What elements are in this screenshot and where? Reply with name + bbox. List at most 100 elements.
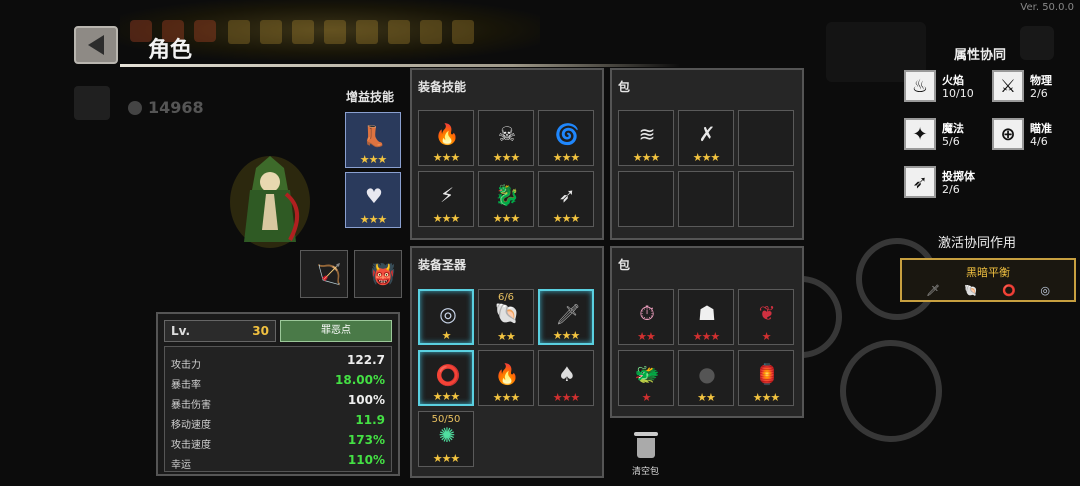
stats-list: 攻击力 122.7 暴击率 18.00% 暴击伤害 100% 移动速度 11.9 攻击速度 173… <box>164 346 392 472</box>
boost-skills-label: 增益技能 <box>346 90 395 104</box>
synergy-item[interactable]: ⊕ 瞄准 4/6 <box>992 118 1080 152</box>
equip-skill-slot[interactable]: 🔥 ★★★ <box>418 110 474 166</box>
star-rating: ★★★ <box>359 213 388 226</box>
gold-counter: 14968 <box>128 98 204 117</box>
dark-orb-icon: ● <box>698 362 716 386</box>
sin-points-button[interactable]: 罪恶点 <box>280 320 392 342</box>
boot-icon: 👢 <box>361 124 387 148</box>
gold-amount: 14968 <box>148 98 204 117</box>
trash-icon[interactable] <box>634 432 658 460</box>
skill-bag-slot[interactable] <box>738 110 794 166</box>
equip-skill-slot[interactable]: 🐉 ★★★ <box>478 171 534 227</box>
coin-icon <box>128 100 142 115</box>
equip-skill-slot[interactable]: ☠ ★★★ <box>478 110 534 166</box>
stat-row: 移动速度 11.9 <box>171 413 385 431</box>
pink-shell-icon: 🐚 <box>964 284 978 297</box>
star-rating: ★ <box>761 330 772 343</box>
stat-row: 攻击力 122.7 <box>171 353 385 371</box>
equip-relic-slot[interactable]: 🐚 6/6 ★★ <box>478 289 534 345</box>
synergy-item[interactable]: ➶ 投掷体 2/6 <box>904 166 994 200</box>
relic-bag-slot[interactable]: ☗ ★★★ <box>678 289 734 345</box>
stat-name: 攻击力 <box>171 360 201 371</box>
star-rating: ★★★ <box>692 330 721 343</box>
stats-panel: Lv. 30 罪恶点 攻击力 122.7 暴击率 18.00% 暴击伤害 100% 移动速度… <box>156 312 400 476</box>
synergy-name: 魔法 <box>942 122 964 135</box>
equip-skills-title: 装备技能 <box>418 80 467 94</box>
skill-bag-slot[interactable]: ≋ ★★★ <box>618 110 674 166</box>
star-rating: ★★★ <box>492 391 521 404</box>
shadow-icon: ♠ <box>558 362 576 386</box>
equip-skill-slot[interactable]: 🌀 ★★★ <box>538 110 594 166</box>
equip-relic-slot[interactable]: ♠ ★★★ <box>538 350 594 406</box>
crosshair-icon: ⊕ <box>992 118 1024 150</box>
star-rating: ★★★ <box>752 391 781 404</box>
red-ring-icon: ⭕ <box>1002 284 1017 297</box>
lightning-burst-icon: ⚡ <box>439 183 455 207</box>
red-spirit-icon: ❦ <box>758 301 776 325</box>
lantern-icon: 🏮 <box>754 362 780 386</box>
clear-bag-label[interactable]: 清空包 <box>632 464 659 477</box>
wind-slash-icon: ≋ <box>638 122 656 146</box>
synergy-count: 10/10 <box>942 87 974 100</box>
stat-row: 暴击伤害 100% <box>171 393 385 411</box>
star-rating: ★★★ <box>359 153 388 166</box>
fire-icon: ♨ <box>904 70 936 102</box>
equip-relic-slot[interactable]: 🗡 ★★★ <box>538 289 594 345</box>
star-rating: ★★★ <box>492 212 521 225</box>
equip-relic-slot[interactable]: ◎ ★ <box>418 289 474 345</box>
skill-bag-slot[interactable] <box>738 171 794 227</box>
stat-value: 173% <box>347 433 385 447</box>
stat-name: 幸运 <box>171 460 191 471</box>
relic-bag-slot[interactable]: 🏮 ★★★ <box>738 350 794 406</box>
stat-name: 暴击率 <box>171 380 201 391</box>
equip-relic-slot[interactable]: ⭕ ★★★ <box>418 350 474 406</box>
synergy-item[interactable]: ✦ 魔法 5/6 <box>904 118 994 152</box>
level-bar: Lv. 30 <box>164 320 276 342</box>
relic-bag-slot[interactable]: ❦ ★ <box>738 289 794 345</box>
blue-demon-icon: 👹 <box>370 262 396 286</box>
star-rating: ★★ <box>637 330 656 343</box>
back-button[interactable] <box>74 26 118 64</box>
skill-bag-slot[interactable] <box>678 171 734 227</box>
fire-blade-icon: 🔥 <box>494 362 520 386</box>
back-arrow-icon <box>88 35 104 55</box>
equipped-gear-slot[interactable]: 🏹 <box>300 250 348 298</box>
version-label: Ver. 50.0.0 <box>1020 2 1074 13</box>
crossed-blades-icon: ✗ <box>698 122 716 146</box>
synergy-item[interactable]: ♨ 火焰 10/10 <box>904 70 994 104</box>
relic-bag-slot[interactable]: ● ★★ <box>678 350 734 406</box>
activated-synergy-box[interactable]: 黑暗平衡 🗡 🐚 ⭕ ◎ <box>900 258 1076 302</box>
activated-synergy-title: 激活协同作用 <box>938 236 1017 251</box>
synergy-item[interactable]: ⚔ 物理 2/6 <box>992 70 1080 104</box>
equip-relic-slot[interactable]: ✺ 50/50 ★★★ <box>418 411 474 467</box>
equip-relic-slot[interactable]: 🔥 ★★★ <box>478 350 534 406</box>
equip-skill-slot[interactable]: ➶ ★★★ <box>538 171 594 227</box>
synergy-name: 物理 <box>1030 74 1052 87</box>
equipped-gear-slot[interactable]: 👹 <box>354 250 402 298</box>
skill-bag-slot[interactable] <box>618 171 674 227</box>
stat-value: 18.00% <box>335 373 385 387</box>
synergy-title: 属性协同 <box>954 48 1007 63</box>
equip-skill-slot[interactable]: ⚡ ★★★ <box>418 171 474 227</box>
stat-value: 110% <box>347 453 385 467</box>
white-mask-icon: ☗ <box>698 301 716 325</box>
stat-row: 暴击率 18.00% <box>171 373 385 391</box>
star-rating: ★★★ <box>432 212 461 225</box>
reaper-icon: ☠ <box>498 122 516 146</box>
synergy-name: 火焰 <box>942 74 964 87</box>
boost-skill-slot[interactable]: 👢 ★★★ <box>345 112 401 168</box>
relic-bag-slot[interactable]: 🐲 ★ <box>618 350 674 406</box>
star-rating: ★★★ <box>552 329 581 342</box>
boost-skill-slot[interactable]: ♥ ★★★ <box>345 172 401 228</box>
skill-bag-title: 包 <box>618 80 631 94</box>
relic-bag-slot[interactable]: ⏱ ★★ <box>618 289 674 345</box>
stat-name: 暴击伤害 <box>171 400 211 411</box>
synergy-name: 投掷体 <box>942 170 975 183</box>
star-rating: ★★★ <box>492 151 521 164</box>
title-underline <box>120 64 680 67</box>
skill-bag-slot[interactable]: ✗ ★★★ <box>678 110 734 166</box>
silver-ring-icon: ◎ <box>1040 284 1050 297</box>
star-rating: ★★★ <box>432 452 461 465</box>
vortex-icon: 🌀 <box>554 122 580 146</box>
bow-icon: 🏹 <box>316 262 342 286</box>
